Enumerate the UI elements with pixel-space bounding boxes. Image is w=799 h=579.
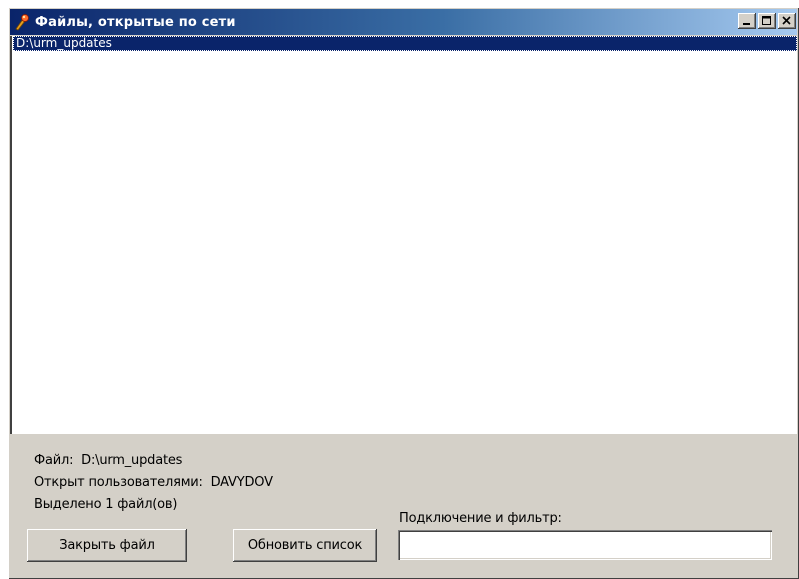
close-button[interactable] [778, 13, 796, 29]
opened-by-users-label: Открыт пользователями: DAVYDOV [34, 475, 273, 490]
close-file-button[interactable]: Закрыть файл [27, 529, 187, 562]
selected-count-label: Выделено 1 файл(ов) [34, 497, 178, 512]
network-files-icon [13, 13, 31, 31]
maximize-button[interactable] [758, 13, 776, 29]
main-window: Файлы, открытые по сети D:\urm_updates Ф… [8, 7, 799, 579]
file-path-label: Файл: D:\urm_updates [34, 453, 183, 468]
minimize-button[interactable] [738, 13, 756, 29]
filter-input[interactable] [398, 530, 772, 560]
window-title: Файлы, открытые по сети [35, 14, 236, 30]
refresh-list-button[interactable]: Обновить список [233, 529, 377, 562]
window-controls [736, 13, 796, 29]
list-item[interactable]: D:\urm_updates [13, 36, 797, 51]
title-bar[interactable]: Файлы, открытые по сети [10, 9, 797, 35]
filter-label: Подключение и фильтр: [399, 511, 562, 526]
open-files-list[interactable]: D:\urm_updates [10, 36, 797, 434]
